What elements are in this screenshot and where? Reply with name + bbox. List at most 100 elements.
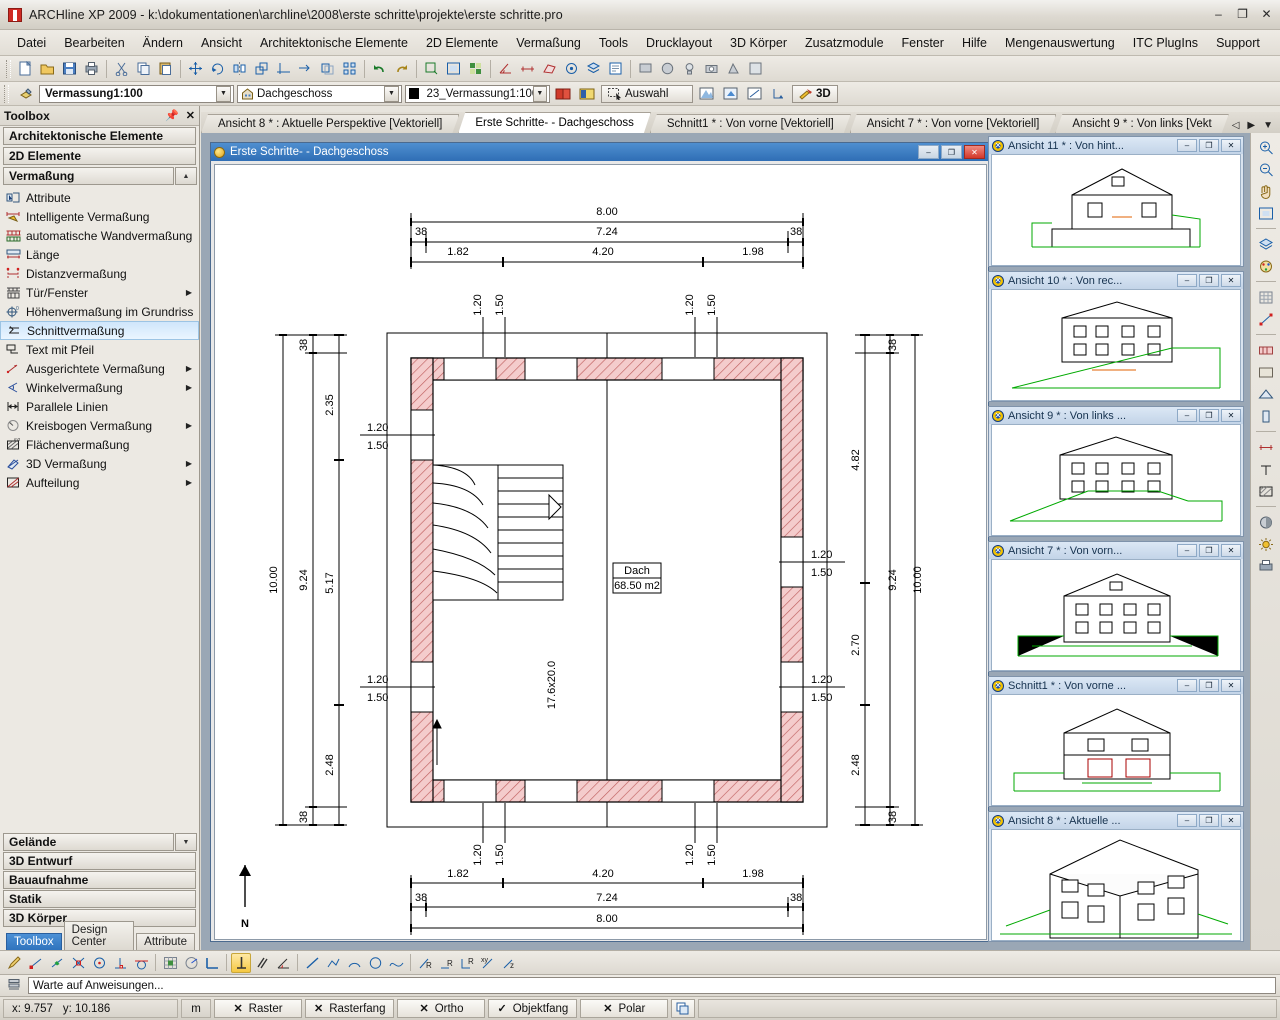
move-icon[interactable] <box>185 58 206 79</box>
menu-itc-plugins[interactable]: ITC PlugIns <box>1124 33 1207 53</box>
doc-tab-ansicht-7[interactable]: Ansicht 7 * : Von vorne [Vektoriell] <box>850 114 1057 133</box>
pen-combo[interactable]: 23_Vermassung1:100 ▼ <box>405 84 550 103</box>
thumb-close-button[interactable]: ✕ <box>1221 274 1241 287</box>
perpendicular-snap-icon[interactable] <box>110 953 130 973</box>
pin-icon[interactable]: 📌 <box>165 109 179 122</box>
thumbnail-schnitt1[interactable]: Schnitt1 * : Von vorne ... – ❐ ✕ <box>988 676 1244 807</box>
zoom-in-icon[interactable] <box>1255 137 1277 157</box>
doc-tab-ansicht-9[interactable]: Ansicht 9 * : Von links [Vekt <box>1055 114 1228 133</box>
sidebar-group-2d-elemente[interactable]: 2D Elemente <box>3 147 196 165</box>
menu-tools[interactable]: Tools <box>590 33 637 53</box>
menu-hilfe[interactable]: Hilfe <box>953 33 996 53</box>
sidebar-group-statik[interactable]: Statik <box>3 890 196 908</box>
zoom-out-icon[interactable] <box>1255 159 1277 179</box>
snap-toggle-icon[interactable] <box>1255 309 1277 329</box>
menu-3d-koerper[interactable]: 3D Körper <box>721 33 796 53</box>
thumb-close-button[interactable]: ✕ <box>1221 679 1241 692</box>
sun-study-icon[interactable] <box>1255 534 1277 554</box>
save-icon[interactable] <box>59 58 80 79</box>
thumbnail-viewport[interactable] <box>991 829 1241 941</box>
sidebar-item-tuer-fenster[interactable]: Tür/Fenster ▶ <box>0 283 199 302</box>
sidebar-group-3d-entwurf[interactable]: 3D Entwurf <box>3 852 196 870</box>
extend-icon[interactable] <box>295 58 316 79</box>
sidebar-item-flaechenvermassung[interactable]: m2 Flächenvermaßung <box>0 435 199 454</box>
thumbnail-ansicht-11[interactable]: Ansicht 11 * : Von hint... – ❐ ✕ <box>988 136 1244 267</box>
view-perspective-icon[interactable] <box>696 83 717 104</box>
circle-tool-icon[interactable] <box>365 953 385 973</box>
thumb-maximize-button[interactable]: ❐ <box>1199 544 1219 557</box>
text-tool-icon[interactable] <box>1255 459 1277 479</box>
pen-combo-arrow[interactable]: ▼ <box>532 85 547 102</box>
array-icon[interactable] <box>339 58 360 79</box>
thumb-minimize-button[interactable]: – <box>1177 139 1197 152</box>
zoom-all-icon[interactable] <box>443 58 464 79</box>
open-file-icon[interactable] <box>37 58 58 79</box>
help-toolbar-icon[interactable] <box>745 58 766 79</box>
render-icon[interactable] <box>635 58 656 79</box>
z-coord-icon[interactable]: z <box>499 953 519 973</box>
3d-button[interactable]: 3D <box>792 84 838 103</box>
midpoint-snap-icon[interactable] <box>47 953 67 973</box>
paste-icon[interactable] <box>155 58 176 79</box>
rotate-icon[interactable] <box>207 58 228 79</box>
thumb-close-button[interactable]: ✕ <box>1221 139 1241 152</box>
measure-length-icon[interactable] <box>517 58 538 79</box>
menu-architektonische-elemente[interactable]: Architektonische Elemente <box>251 33 417 53</box>
thumbnail-ansicht-10[interactable]: Ansicht 10 * : Von rec... – ❐ ✕ <box>988 271 1244 402</box>
angle-constraint-icon[interactable] <box>273 953 293 973</box>
zoom-extents-icon[interactable] <box>1255 203 1277 223</box>
sidebar-item-winkelvermassung[interactable]: Winkelvermaßung ▶ <box>0 378 199 397</box>
undo-icon[interactable] <box>369 58 390 79</box>
render-view-icon[interactable] <box>1255 512 1277 532</box>
maximize-button[interactable]: ❐ <box>1235 6 1250 21</box>
print-preview-icon[interactable] <box>1255 556 1277 576</box>
doc-tab-schnitt1[interactable]: Schnitt1 * : Von vorne [Vektoriell] <box>650 114 851 133</box>
expand-group-button[interactable]: ▼ <box>175 833 197 851</box>
sidebar-item-aufteilung[interactable]: Aufteilung ▶ <box>0 473 199 492</box>
thumbnail-viewport[interactable] <box>991 424 1241 536</box>
thumbnail-viewport[interactable] <box>991 559 1241 671</box>
sidebar-item-automatische-wandvermassung[interactable]: automatische Wandvermaßung <box>0 226 199 245</box>
menu-mengenauswertung[interactable]: Mengenauswertung <box>996 33 1124 53</box>
thumbnail-viewport[interactable] <box>991 289 1241 401</box>
tab-attribute[interactable]: Attribute <box>136 933 195 950</box>
measure-angle-icon[interactable] <box>495 58 516 79</box>
menu-drucklayout[interactable]: Drucklayout <box>637 33 721 53</box>
tab-next-button[interactable]: ▶ <box>1247 120 1255 131</box>
snap-settings-icon[interactable] <box>561 58 582 79</box>
thumbnail-viewport[interactable] <box>991 694 1241 806</box>
mirror-icon[interactable] <box>229 58 250 79</box>
layer-combo[interactable]: Vermassung1:100 ▼ <box>39 84 234 103</box>
column-tool-icon[interactable] <box>1255 406 1277 426</box>
sidebar-item-kreisbogen-vermassung[interactable]: Kreisbogen Vermaßung ▶ <box>0 416 199 435</box>
material-icon[interactable] <box>657 58 678 79</box>
doc-tab-ansicht-8[interactable]: Ansicht 8 * : Aktuelle Perspektive [Vekt… <box>201 114 459 133</box>
print-icon[interactable] <box>81 58 102 79</box>
grid-view-icon[interactable] <box>465 58 486 79</box>
collapse-group-button[interactable]: ▲ <box>175 167 197 185</box>
menu-zusatzmodule[interactable]: Zusatzmodule <box>796 33 893 53</box>
command-prompt-field[interactable]: Warte auf Anweisungen... <box>28 977 1276 994</box>
thumb-close-button[interactable]: ✕ <box>1221 814 1241 827</box>
roof-tool-icon[interactable] <box>1255 384 1277 404</box>
thumb-maximize-button[interactable]: ❐ <box>1199 814 1219 827</box>
unit-display[interactable]: m <box>181 999 211 1018</box>
menu-vermassung[interactable]: Vermaßung <box>507 33 590 53</box>
palette-icon[interactable] <box>1255 256 1277 276</box>
perpendicular-constraint-icon[interactable] <box>231 952 251 973</box>
thumb-minimize-button[interactable]: – <box>1177 409 1197 422</box>
polyline-tool-icon[interactable] <box>323 953 343 973</box>
menu-fenster[interactable]: Fenster <box>893 33 953 53</box>
thumb-minimize-button[interactable]: – <box>1177 679 1197 692</box>
floor-combo-arrow[interactable]: ▼ <box>384 85 399 102</box>
sidebar-item-parallele-linien[interactable]: Parallele Linien <box>0 397 199 416</box>
camera-icon[interactable] <box>701 58 722 79</box>
sidebar-group-gelaende[interactable]: Gelände ▼ <box>3 833 197 851</box>
tile-windows-icon[interactable] <box>671 999 696 1018</box>
thumb-maximize-button[interactable]: ❐ <box>1199 139 1219 152</box>
close-button[interactable]: ✕ <box>1259 6 1274 21</box>
thumb-maximize-button[interactable]: ❐ <box>1199 679 1219 692</box>
layer-combo-arrow[interactable]: ▼ <box>216 85 231 102</box>
sidebar-item-attribute[interactable]: Attribute <box>0 188 199 207</box>
toolbar-grip[interactable] <box>6 59 11 78</box>
